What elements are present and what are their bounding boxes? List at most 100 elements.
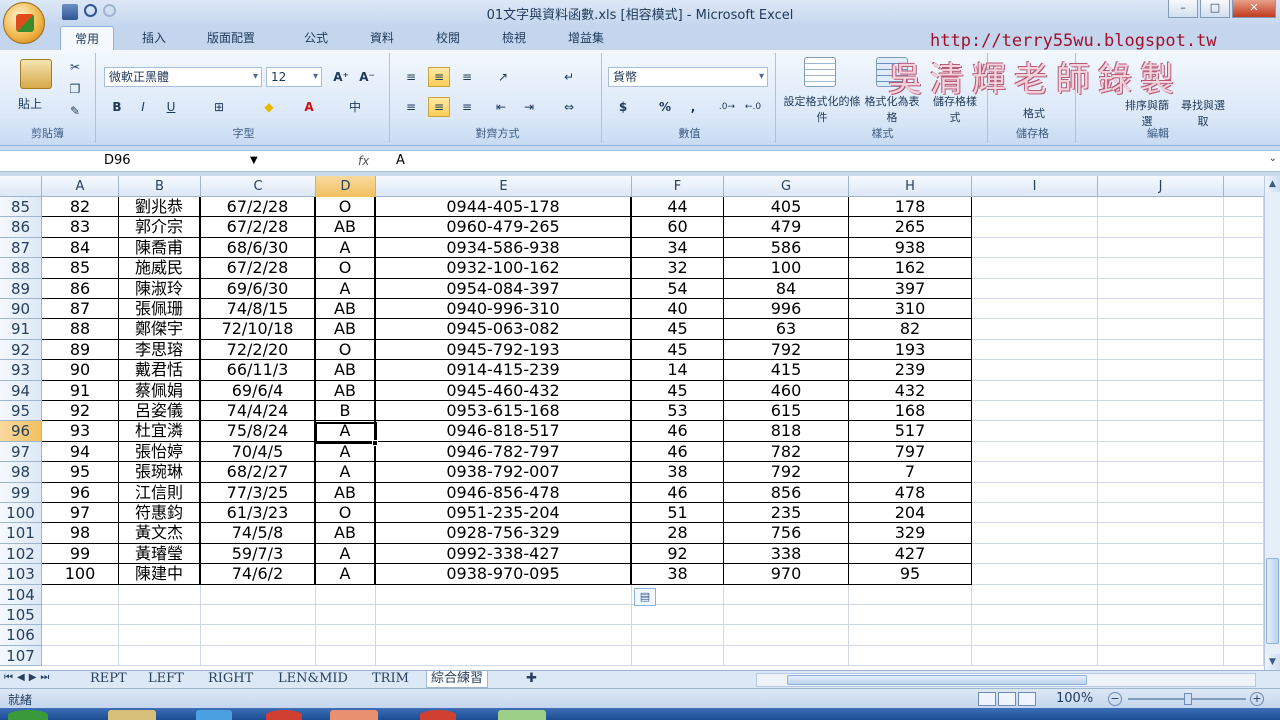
comma-button[interactable]: , bbox=[682, 97, 704, 117]
tab-formulas[interactable]: 公式 bbox=[304, 29, 328, 46]
table-cell[interactable] bbox=[849, 584, 972, 605]
table-cell[interactable]: 83 bbox=[42, 217, 119, 238]
table-cell[interactable]: 88 bbox=[42, 319, 119, 340]
column-header-a[interactable]: A bbox=[42, 176, 119, 197]
table-cell[interactable]: 0938-792-007 bbox=[376, 462, 632, 483]
table-cell[interactable]: 72/10/18 bbox=[201, 319, 316, 340]
table-cell[interactable]: 38 bbox=[632, 462, 724, 483]
expand-formula-bar-icon[interactable]: ⌄ bbox=[1269, 153, 1277, 164]
percent-button[interactable]: % bbox=[654, 97, 676, 117]
table-cell[interactable]: 95 bbox=[42, 462, 119, 483]
row-header[interactable]: 86 bbox=[0, 217, 42, 238]
table-cell[interactable]: 96 bbox=[42, 482, 119, 503]
table-cell[interactable] bbox=[1224, 258, 1264, 279]
table-cell[interactable] bbox=[1224, 441, 1264, 463]
table-cell[interactable] bbox=[42, 625, 119, 646]
row-header[interactable]: 99 bbox=[0, 482, 42, 503]
decrease-decimal-icon[interactable]: ←.0 bbox=[742, 97, 764, 117]
table-cell[interactable]: 46 bbox=[632, 482, 724, 503]
table-cell[interactable] bbox=[972, 258, 1098, 279]
table-cell[interactable]: 818 bbox=[724, 421, 849, 442]
table-cell[interactable] bbox=[1224, 278, 1264, 299]
table-cell[interactable]: 92 bbox=[632, 543, 724, 565]
table-cell[interactable]: 34 bbox=[632, 237, 724, 259]
table-cell[interactable]: 86 bbox=[42, 278, 119, 299]
table-cell[interactable]: 265 bbox=[849, 217, 972, 238]
table-cell[interactable] bbox=[972, 380, 1098, 401]
table-cell[interactable] bbox=[1224, 564, 1264, 585]
table-cell[interactable] bbox=[1098, 482, 1224, 503]
align-left-icon[interactable]: ≡ bbox=[400, 97, 422, 117]
table-cell[interactable]: 84 bbox=[42, 237, 119, 259]
table-cell[interactable] bbox=[1098, 441, 1224, 463]
table-cell[interactable]: 0946-818-517 bbox=[376, 421, 632, 442]
table-cell[interactable] bbox=[972, 237, 1098, 259]
row-header[interactable]: 96 bbox=[0, 421, 42, 442]
table-cell[interactable]: 397 bbox=[849, 278, 972, 299]
table-cell[interactable]: 44 bbox=[632, 197, 724, 218]
table-cell[interactable]: 74/5/8 bbox=[201, 523, 316, 544]
tab-data[interactable]: 資料 bbox=[370, 29, 394, 46]
table-cell[interactable]: 82 bbox=[42, 197, 119, 218]
row-header[interactable]: 91 bbox=[0, 319, 42, 340]
table-cell[interactable]: 59/7/3 bbox=[201, 543, 316, 565]
table-cell[interactable] bbox=[1098, 237, 1224, 259]
table-cell[interactable] bbox=[1224, 339, 1264, 361]
borders-icon[interactable]: ⊞ bbox=[208, 97, 230, 117]
phonetic-icon[interactable]: 中 bbox=[344, 97, 366, 117]
table-cell[interactable] bbox=[119, 584, 201, 605]
horizontal-scroll-thumb[interactable] bbox=[787, 675, 1087, 685]
table-cell[interactable]: 235 bbox=[724, 503, 849, 524]
table-cell[interactable] bbox=[1098, 605, 1224, 626]
table-cell[interactable]: O bbox=[316, 258, 376, 279]
table-cell[interactable]: A bbox=[316, 278, 376, 299]
merge-center-icon[interactable]: ⇔ bbox=[558, 97, 580, 117]
table-cell[interactable]: 0945-792-193 bbox=[376, 339, 632, 361]
table-cell[interactable]: A bbox=[316, 237, 376, 259]
column-header-h[interactable]: H bbox=[849, 176, 972, 197]
fill-handle[interactable] bbox=[372, 440, 378, 446]
table-cell[interactable] bbox=[632, 625, 724, 646]
copy-icon[interactable]: ❐ bbox=[64, 79, 86, 99]
table-cell[interactable]: 74/4/24 bbox=[201, 401, 316, 422]
table-cell[interactable]: 0946-782-797 bbox=[376, 441, 632, 463]
table-cell[interactable] bbox=[376, 584, 632, 605]
table-cell[interactable] bbox=[1098, 197, 1224, 218]
table-cell[interactable] bbox=[849, 625, 972, 646]
horizontal-scrollbar[interactable] bbox=[756, 673, 1256, 687]
font-name-select[interactable]: 微軟正黑體 bbox=[104, 67, 262, 87]
row-header[interactable]: 90 bbox=[0, 299, 42, 320]
table-cell[interactable]: AB bbox=[316, 482, 376, 503]
table-cell[interactable]: 呂姿儀 bbox=[119, 401, 201, 422]
vertical-scroll-thumb[interactable] bbox=[1266, 558, 1279, 644]
table-cell[interactable] bbox=[1224, 605, 1264, 626]
table-cell[interactable]: AB bbox=[316, 523, 376, 544]
table-cell[interactable] bbox=[849, 645, 972, 667]
taskbar-excel-icon[interactable] bbox=[498, 710, 546, 720]
bold-button[interactable]: B bbox=[106, 97, 128, 117]
column-header-c[interactable]: C bbox=[201, 176, 316, 197]
table-cell[interactable] bbox=[1098, 299, 1224, 320]
table-cell[interactable]: 李思瑢 bbox=[119, 339, 201, 361]
table-cell[interactable] bbox=[972, 421, 1098, 442]
table-cell[interactable] bbox=[1224, 584, 1264, 605]
column-header-e[interactable]: E bbox=[376, 176, 632, 197]
table-cell[interactable]: 405 bbox=[724, 197, 849, 218]
table-cell[interactable] bbox=[972, 625, 1098, 646]
table-cell[interactable]: 415 bbox=[724, 360, 849, 381]
table-cell[interactable] bbox=[972, 503, 1098, 524]
table-cell[interactable]: 蔡佩娟 bbox=[119, 380, 201, 401]
table-cell[interactable] bbox=[972, 339, 1098, 361]
sheet-tab-left[interactable]: LEFT bbox=[144, 671, 188, 688]
table-cell[interactable]: A bbox=[316, 564, 376, 585]
formula-input[interactable]: A bbox=[396, 151, 405, 171]
table-cell[interactable]: 427 bbox=[849, 543, 972, 565]
table-cell[interactable] bbox=[1098, 462, 1224, 483]
table-cell[interactable] bbox=[972, 278, 1098, 299]
table-cell[interactable]: 95 bbox=[849, 564, 972, 585]
table-cell[interactable] bbox=[1098, 319, 1224, 340]
grow-font-button[interactable]: A⁺ bbox=[330, 67, 352, 87]
table-cell[interactable] bbox=[42, 605, 119, 626]
table-cell[interactable]: 74/6/2 bbox=[201, 564, 316, 585]
table-cell[interactable]: 67/2/28 bbox=[201, 258, 316, 279]
